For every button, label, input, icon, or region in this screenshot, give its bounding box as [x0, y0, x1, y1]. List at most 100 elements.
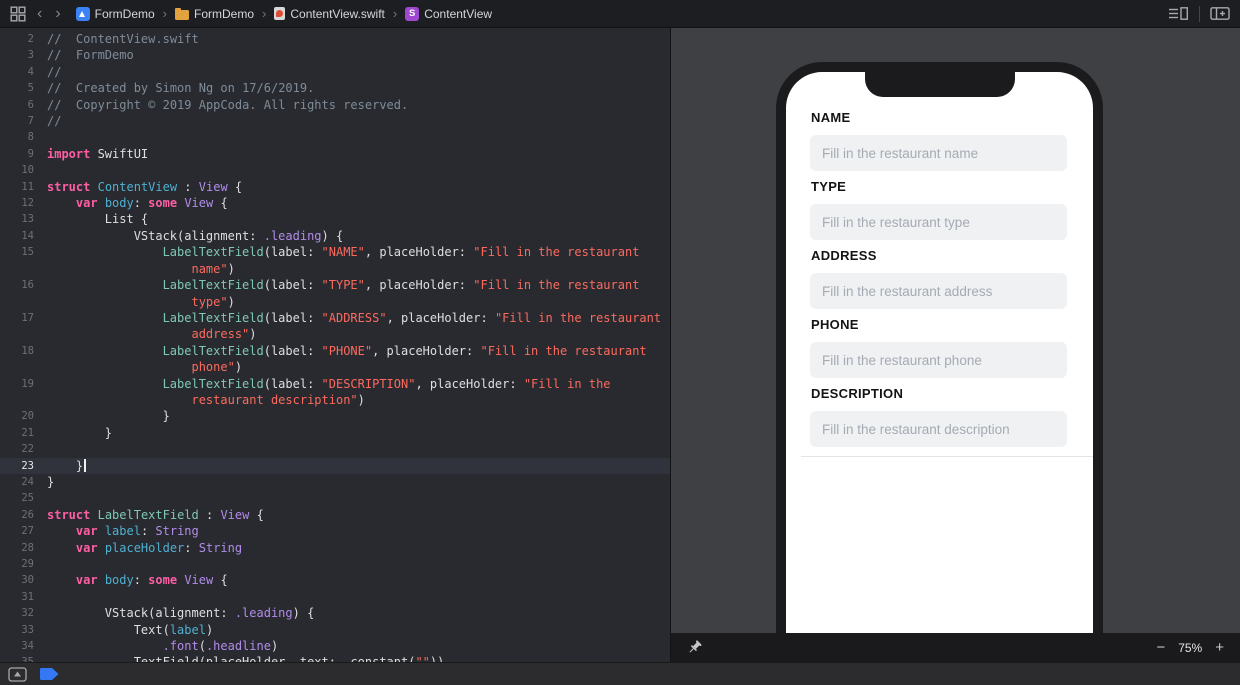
editor-options-icon[interactable] [1168, 6, 1189, 21]
code-text: name") [47, 261, 235, 277]
project-icon [76, 7, 90, 21]
pin-preview-button[interactable] [687, 640, 702, 655]
line-number: 28 [0, 540, 47, 556]
code-line[interactable]: phone") [0, 359, 670, 375]
breadcrumb-separator-icon: › [393, 6, 397, 21]
code-line[interactable]: 11struct ContentView : View { [0, 179, 670, 195]
triangle-in-square-icon[interactable] [8, 667, 27, 682]
code-line[interactable]: 13List { [0, 211, 670, 227]
field-label: ADDRESS [811, 248, 877, 263]
code-line[interactable]: restaurant description") [0, 392, 670, 408]
code-text: struct ContentView : View { [47, 179, 242, 195]
line-number [0, 392, 47, 408]
line-number: 11 [0, 179, 47, 195]
code-line[interactable]: 19LabelTextField(label: "DESCRIPTION", p… [0, 376, 670, 392]
code-text: var body: some View { [47, 195, 228, 211]
back-button[interactable]: ‹ [35, 6, 44, 22]
code-text: // Created by Simon Ng on 17/6/2019. [47, 80, 314, 96]
code-line[interactable]: 22 [0, 441, 670, 457]
list-row-separator [801, 456, 1093, 457]
code-line[interactable]: 34.font(.headline) [0, 638, 670, 654]
breadcrumb-item[interactable]: ContentView.swift [274, 7, 385, 21]
code-line[interactable]: 17LabelTextField(label: "ADDRESS", place… [0, 310, 670, 326]
line-number: 27 [0, 523, 47, 539]
line-number: 32 [0, 605, 47, 621]
text-field[interactable]: Fill in the restaurant address [810, 273, 1067, 309]
code-text: List { [47, 211, 148, 227]
code-line[interactable]: 30var body: some View { [0, 572, 670, 588]
code-line[interactable]: 31 [0, 589, 670, 605]
code-line[interactable]: 28var placeHolder: String [0, 540, 670, 556]
preview-canvas: NAMEFill in the restaurant nameTYPEFill … [670, 28, 1240, 662]
code-line[interactable]: 14VStack(alignment: .leading) { [0, 228, 670, 244]
line-number: 5 [0, 80, 47, 96]
text-field[interactable]: Fill in the restaurant phone [810, 342, 1067, 378]
line-number: 35 [0, 654, 47, 662]
line-number: 8 [0, 129, 47, 145]
line-number: 30 [0, 572, 47, 588]
code-line[interactable]: 29 [0, 556, 670, 572]
field-label: TYPE [811, 179, 846, 194]
code-line[interactable]: 6// Copyright © 2019 AppCoda. All rights… [0, 97, 670, 113]
code-line[interactable]: name") [0, 261, 670, 277]
canvas-bottom-bar: − 75% + [671, 633, 1240, 662]
line-number: 21 [0, 425, 47, 441]
code-text: import SwiftUI [47, 146, 148, 162]
zoom-out-button[interactable]: − [1156, 640, 1165, 655]
add-editor-icon[interactable] [1210, 6, 1230, 21]
breadcrumb-item[interactable]: SContentView [405, 7, 492, 21]
code-line[interactable]: 3// FormDemo [0, 47, 670, 63]
code-line[interactable]: 7// [0, 113, 670, 129]
code-text: } [47, 474, 54, 490]
code-line[interactable]: 9import SwiftUI [0, 146, 670, 162]
code-text: var body: some View { [47, 572, 228, 588]
folder-icon [175, 10, 189, 20]
iphone-device-frame: NAMEFill in the restaurant nameTYPEFill … [776, 62, 1103, 633]
breakpoints-toggle-icon[interactable] [40, 668, 59, 680]
breadcrumb-item[interactable]: FormDemo [175, 7, 254, 21]
code-text: // FormDemo [47, 47, 134, 63]
line-number: 34 [0, 638, 47, 654]
code-line[interactable]: 8 [0, 129, 670, 145]
placeholder-text: Fill in the restaurant phone [822, 353, 982, 368]
code-line[interactable]: 15LabelTextField(label: "NAME", placeHol… [0, 244, 670, 260]
code-line[interactable]: 5// Created by Simon Ng on 17/6/2019. [0, 80, 670, 96]
code-line[interactable]: 35TextField(placeHolder, text: .constant… [0, 654, 670, 662]
code-editor[interactable]: 2// ContentView.swift3// FormDemo4//5// … [0, 28, 670, 662]
code-line[interactable]: 16LabelTextField(label: "TYPE", placeHol… [0, 277, 670, 293]
line-number: 20 [0, 408, 47, 424]
line-number: 14 [0, 228, 47, 244]
code-line[interactable]: type") [0, 294, 670, 310]
code-text: LabelTextField(label: "PHONE", placeHold… [47, 343, 647, 359]
code-line[interactable]: 18LabelTextField(label: "PHONE", placeHo… [0, 343, 670, 359]
code-text: } [47, 408, 170, 424]
text-field[interactable]: Fill in the restaurant type [810, 204, 1067, 240]
code-line[interactable]: 2// ContentView.swift [0, 31, 670, 47]
code-line[interactable]: 4// [0, 64, 670, 80]
breadcrumb-label: FormDemo [194, 7, 254, 21]
code-line[interactable]: 27var label: String [0, 523, 670, 539]
code-line[interactable]: 20} [0, 408, 670, 424]
code-text: // [47, 113, 61, 129]
code-line[interactable]: 24} [0, 474, 670, 490]
breadcrumb-item[interactable]: FormDemo [76, 7, 155, 21]
placeholder-text: Fill in the restaurant name [822, 146, 978, 161]
zoom-in-button[interactable]: + [1215, 640, 1224, 655]
code-line[interactable]: 32VStack(alignment: .leading) { [0, 605, 670, 621]
code-line[interactable]: 33Text(label) [0, 622, 670, 638]
forward-button[interactable]: › [53, 6, 62, 22]
breadcrumb-label: ContentView [424, 7, 492, 21]
code-line[interactable]: 26struct LabelTextField : View { [0, 507, 670, 523]
code-line[interactable]: 21} [0, 425, 670, 441]
line-number: 26 [0, 507, 47, 523]
code-line[interactable]: 10 [0, 162, 670, 178]
code-line[interactable]: 25 [0, 490, 670, 506]
text-field[interactable]: Fill in the restaurant description [810, 411, 1067, 447]
code-line[interactable]: address") [0, 326, 670, 342]
editor-shortcuts-grid-icon[interactable] [10, 6, 26, 22]
code-line[interactable]: 12var body: some View { [0, 195, 670, 211]
bottom-bar [0, 662, 1240, 685]
breadcrumb-separator-icon: › [163, 6, 167, 21]
code-line[interactable]: 23} [0, 458, 670, 474]
text-field[interactable]: Fill in the restaurant name [810, 135, 1067, 171]
